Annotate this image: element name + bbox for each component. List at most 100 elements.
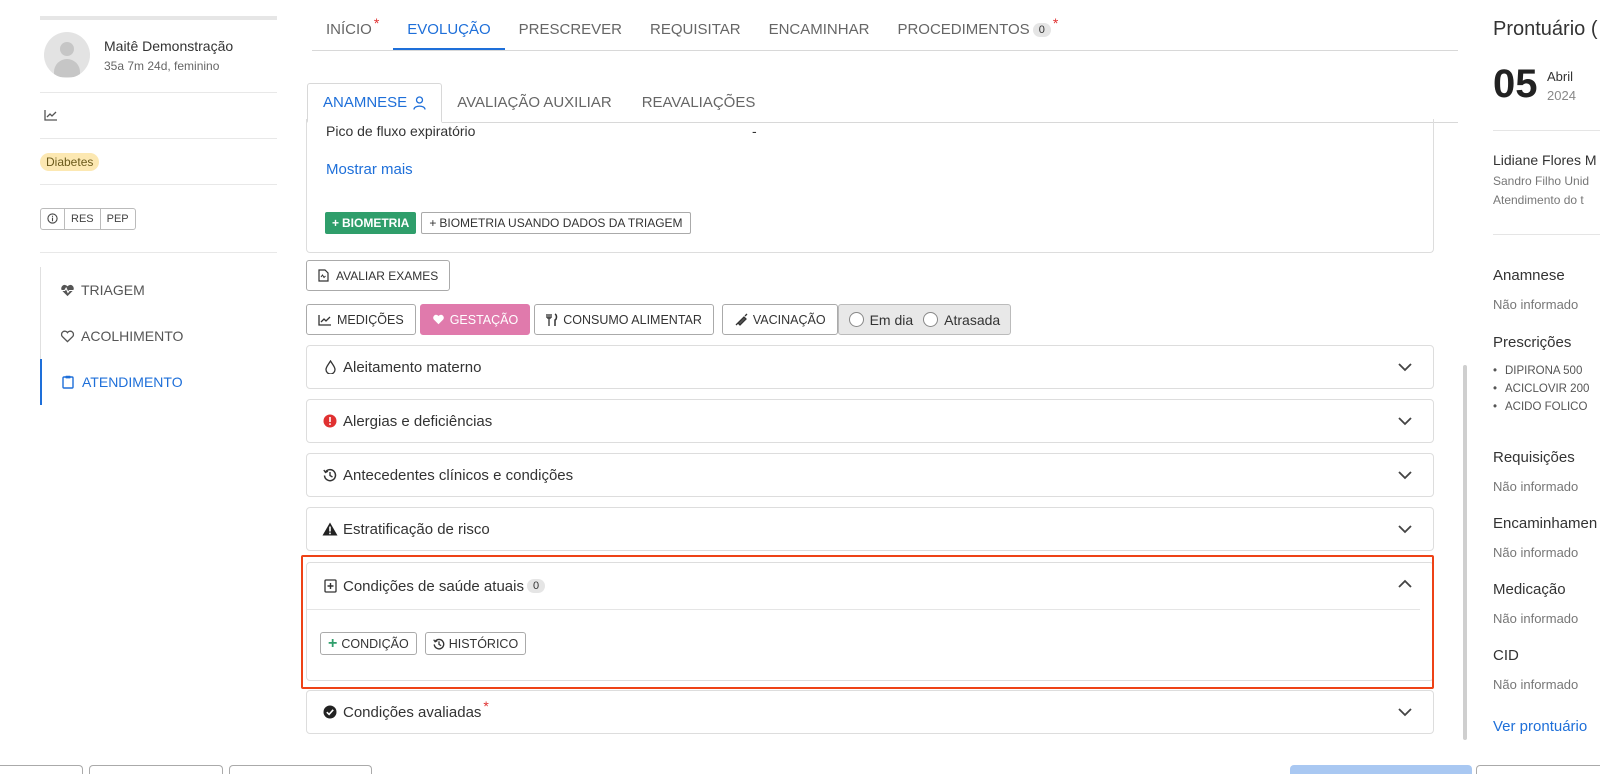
summary-section-label: CID (1493, 647, 1519, 664)
exam-document-icon (318, 269, 329, 282)
summary-unit: Sandro Filho Unid (1493, 174, 1590, 188)
chevron-down-icon[interactable] (1396, 466, 1414, 484)
summary-section-value: Não informado (1493, 611, 1579, 626)
summary-month: Abril (1547, 69, 1574, 84)
plus-icon: + (429, 216, 437, 230)
tab-encaminhar[interactable]: ENCAMINHAR (755, 21, 884, 50)
footer-button[interactable] (0, 765, 83, 774)
vacinacao-status-radio-group: Em dia Atrasada (837, 304, 1012, 335)
consumo-alimentar-button[interactable]: CONSUMO ALIMENTAR (534, 304, 714, 335)
clipboard-icon (60, 375, 76, 389)
summary-year: 2024 (1547, 88, 1576, 103)
pep-button[interactable]: PEP (99, 208, 135, 229)
sidebar-item-triagem[interactable]: TRIAGEM (41, 267, 277, 313)
patient-name: Maitê Demonstração (104, 37, 234, 54)
show-more-link[interactable]: Mostrar mais (326, 161, 413, 178)
biometria-triagem-button[interactable]: + BIOMETRIA USANDO DADOS DA TRIAGEM (421, 212, 691, 234)
sidebar-item-label: ACOLHIMENTO (81, 328, 184, 344)
atrasada-radio[interactable] (923, 312, 939, 327)
history-icon (432, 638, 445, 650)
required-asterisk: * (373, 15, 380, 31)
summary-section-label: Encaminhamen (1493, 515, 1598, 532)
tab-procedimentos[interactable]: PROCEDIMENTOS 0 * (883, 15, 1072, 50)
tab-prescrever[interactable]: PRESCREVER (505, 21, 636, 50)
accordion-aleitamento[interactable]: Aleitamento materno (306, 345, 1434, 389)
tab-inicio[interactable]: INÍCIO * (312, 15, 393, 50)
em-dia-radio[interactable] (848, 312, 864, 327)
biometria-card: Pico de fluxo expiratório - Mostrar mais… (306, 119, 1434, 253)
chevron-up-icon[interactable] (1396, 575, 1414, 593)
count-badge: 0 (526, 579, 546, 593)
scrollbar[interactable] (1463, 365, 1467, 740)
footer-button[interactable] (89, 765, 223, 774)
accordion-condicoes-avaliadas[interactable]: Condições avaliadas * (306, 690, 1434, 734)
prescription-item: ACICLOVIR 200 (1493, 383, 1589, 395)
patient-description: 35a 7m 24d, feminino (104, 58, 220, 73)
footer-button[interactable] (229, 765, 372, 774)
accordion-header[interactable]: Condições de saúde atuais 0 (307, 563, 1420, 610)
plus-icon: + (328, 634, 338, 652)
side-menu: TRIAGEM ACOLHIMENTO ATENDIMENTO (40, 267, 277, 405)
sidebar-item-acolhimento[interactable]: ACOLHIMENTO (41, 313, 277, 359)
check-circle-icon (322, 705, 338, 719)
chevron-down-icon[interactable] (1396, 412, 1414, 430)
accordion-condicoes-atuais: Condições de saúde atuais 0 + CONDIÇÃO HI… (306, 562, 1434, 681)
trend-chart-icon (318, 314, 332, 326)
summary-atendimento: Atendimento do t (1493, 193, 1584, 207)
medical-file-icon (322, 579, 338, 593)
summary-doctor: Lidiane Flores M (1493, 152, 1597, 168)
historico-button[interactable]: HISTÓRICO (424, 632, 527, 655)
add-condicao-button[interactable]: + CONDIÇÃO (320, 632, 417, 655)
sidebar-item-atendimento[interactable]: ATENDIMENTO (40, 359, 277, 405)
trend-chart-icon[interactable] (44, 108, 58, 124)
em-dia-label: Em dia (869, 311, 914, 328)
res-button[interactable]: RES (64, 208, 100, 229)
chevron-down-icon[interactable] (1396, 703, 1414, 721)
utensils-icon (546, 312, 558, 327)
pico-fluxo-value: - (752, 123, 757, 139)
vacinacao-button[interactable]: VACINAÇÃO (721, 304, 838, 335)
atrasada-label: Atrasada (944, 311, 1001, 328)
summary-section-value: Não informado (1493, 479, 1579, 494)
accordion-alergias[interactable]: Alergias e deficiências (306, 399, 1434, 443)
required-asterisk: * (483, 698, 489, 714)
patient-panel: Maitê Demonstração 35a 7m 24d, feminino … (40, 16, 277, 405)
summary-section-label: Anamnese (1493, 267, 1565, 284)
summary-section-label: Prescrições (1493, 334, 1572, 351)
required-asterisk: * (1052, 15, 1059, 31)
summary-section-label: Medicação (1493, 581, 1566, 598)
divider (1493, 130, 1600, 131)
chevron-down-icon[interactable] (1396, 358, 1414, 376)
tab-avaliacao-auxiliar[interactable]: AVALIAÇÃO AUXILIAR (442, 83, 627, 122)
summary-title: Prontuário ( (1493, 18, 1598, 40)
add-biometria-button[interactable]: + BIOMETRIA (325, 212, 417, 234)
footer-button[interactable] (1476, 765, 1600, 774)
summary-section-label: Requisições (1493, 449, 1575, 466)
accordion-estratificacao[interactable]: Estratificação de risco (306, 507, 1434, 551)
footer-primary-button[interactable] (1290, 765, 1472, 774)
tab-evolucao[interactable]: EVOLUÇÃO (393, 21, 505, 50)
doctor-icon (413, 95, 426, 110)
gestacao-button[interactable]: GESTAÇÃO (419, 304, 531, 335)
avatar (44, 32, 90, 78)
anamnese-toolbar: MEDIÇÕES GESTAÇÃO CONSUMO ALIMENTAR VACI… (306, 304, 1012, 335)
heart-icon (432, 314, 445, 325)
tab-anamnese[interactable]: ANAMNESE (307, 83, 443, 123)
avaliar-exames-button[interactable]: AVALIAR EXAMES (306, 260, 451, 291)
sidebar-item-label: ATENDIMENTO (82, 374, 183, 390)
medicoes-button[interactable]: MEDIÇÕES (306, 304, 416, 335)
tab-requisitar[interactable]: REQUISITAR (636, 21, 755, 50)
chevron-down-icon[interactable] (1396, 520, 1414, 538)
tab-reavaliacoes[interactable]: REAVALIAÇÕES (627, 83, 771, 122)
sub-tabs: ANAMNESE AVALIAÇÃO AUXILIAR REAVALIAÇÕES (307, 83, 1458, 123)
ver-prontuario-link[interactable]: Ver prontuário (1493, 718, 1587, 735)
plus-icon: + (332, 216, 340, 230)
alert-circle-icon (322, 414, 338, 428)
drop-icon (322, 360, 338, 374)
syringe-icon (734, 313, 748, 327)
info-icon[interactable] (41, 209, 64, 229)
record-button-group: RES PEP (40, 207, 136, 230)
count-badge: 0 (1032, 23, 1051, 38)
main-content: INÍCIO * EVOLUÇÃO PRESCREVER REQUISITAR E… (301, 0, 1458, 734)
accordion-antecedentes[interactable]: Antecedentes clínicos e condições (306, 453, 1434, 497)
